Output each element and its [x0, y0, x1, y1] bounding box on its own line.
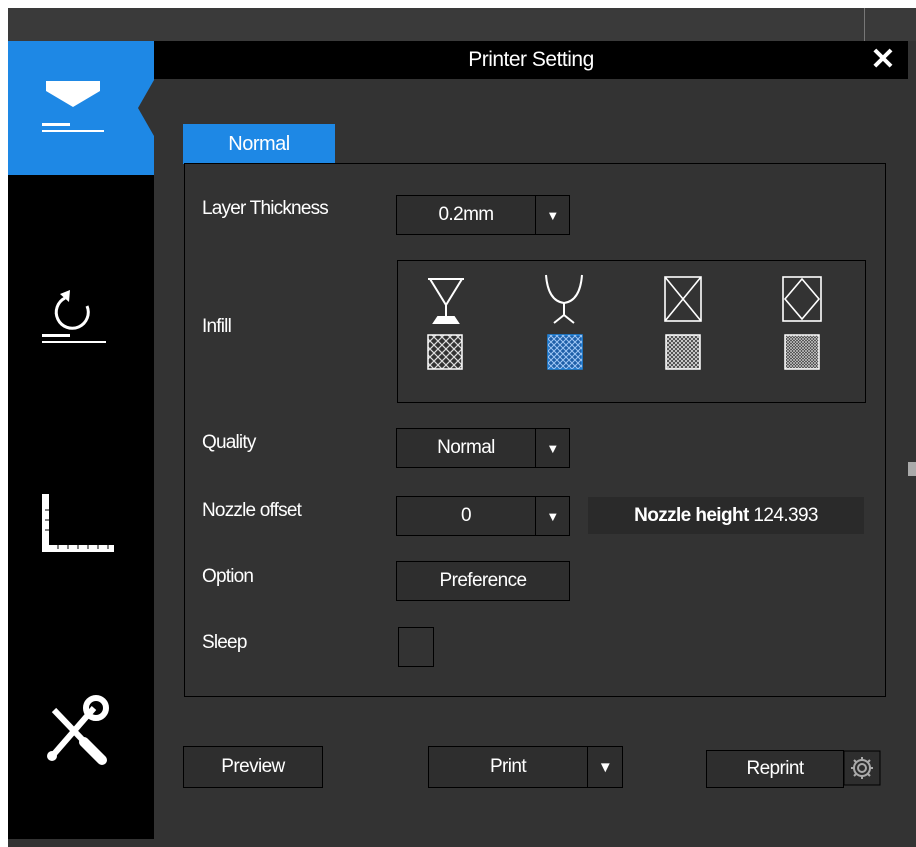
infill-selector: [397, 260, 866, 403]
diamond-square-icon[interactable]: [782, 276, 822, 322]
open-goblet-icon[interactable]: [545, 274, 583, 324]
sidebar-item-measure[interactable]: [8, 470, 154, 590]
gear-icon: [843, 750, 881, 786]
print-dropdown-arrow[interactable]: ▼: [588, 747, 622, 787]
active-notch: [154, 80, 172, 136]
chevron-down-icon: ▼: [546, 508, 559, 524]
infill-pattern-finest[interactable]: [784, 334, 820, 370]
sleep-label: Sleep: [202, 632, 247, 653]
tools-icon: [47, 695, 109, 765]
reprint-settings-button[interactable]: [843, 750, 881, 786]
goblet-icon[interactable]: [428, 278, 464, 324]
cross-square-icon[interactable]: [664, 276, 702, 322]
nozzle-offset-label: Nozzle offset: [202, 500, 302, 521]
nozzle-offset-select[interactable]: 0 ▼: [396, 496, 570, 536]
tab-normal[interactable]: Normal: [183, 124, 335, 164]
preference-button[interactable]: Preference: [396, 561, 570, 601]
nozzle-height-value: 124.393: [753, 505, 818, 526]
option-label: Option: [202, 566, 254, 587]
sidebar-item-rotate[interactable]: [8, 250, 154, 370]
top-divider: [864, 8, 865, 41]
chevron-down-icon: ▼: [546, 207, 559, 223]
print-icon: [42, 81, 104, 132]
close-icon[interactable]: ✕: [866, 45, 900, 75]
sidebar-item-tools[interactable]: [8, 680, 154, 790]
layer-thickness-value: 0.2mm: [438, 204, 494, 225]
rotate-icon: [42, 290, 106, 343]
quality-label: Quality: [202, 432, 256, 453]
chevron-down-icon: ▼: [546, 440, 559, 456]
infill-pattern-coarse[interactable]: [427, 334, 463, 370]
reprint-button[interactable]: Reprint: [706, 750, 844, 788]
sleep-checkbox[interactable]: [398, 627, 434, 667]
layer-thickness-label: Layer Thickness: [202, 198, 329, 219]
nozzle-height-readout: Nozzle height 124.393: [588, 497, 864, 534]
nozzle-height-label: Nozzle height: [634, 505, 749, 526]
quality-select[interactable]: Normal ▼: [396, 428, 570, 468]
top-strip: [8, 8, 916, 41]
nozzle-offset-value: 0: [461, 505, 472, 526]
quality-value: Normal: [437, 437, 495, 458]
print-button[interactable]: Print ▼: [428, 746, 623, 788]
layer-thickness-select[interactable]: 0.2mm ▼: [396, 195, 570, 235]
ruler-icon: [42, 494, 114, 552]
dialog-title: Printer Setting: [468, 48, 594, 71]
infill-pattern-fine[interactable]: [665, 334, 701, 370]
preview-button[interactable]: Preview: [183, 746, 323, 788]
sidebar-item-print[interactable]: [8, 41, 154, 175]
active-pointer: [138, 80, 154, 136]
title-bar: Printer Setting: [154, 41, 908, 79]
print-label: Print: [489, 756, 527, 777]
scroll-marker: [908, 462, 916, 476]
infill-label: Infill: [202, 316, 232, 337]
